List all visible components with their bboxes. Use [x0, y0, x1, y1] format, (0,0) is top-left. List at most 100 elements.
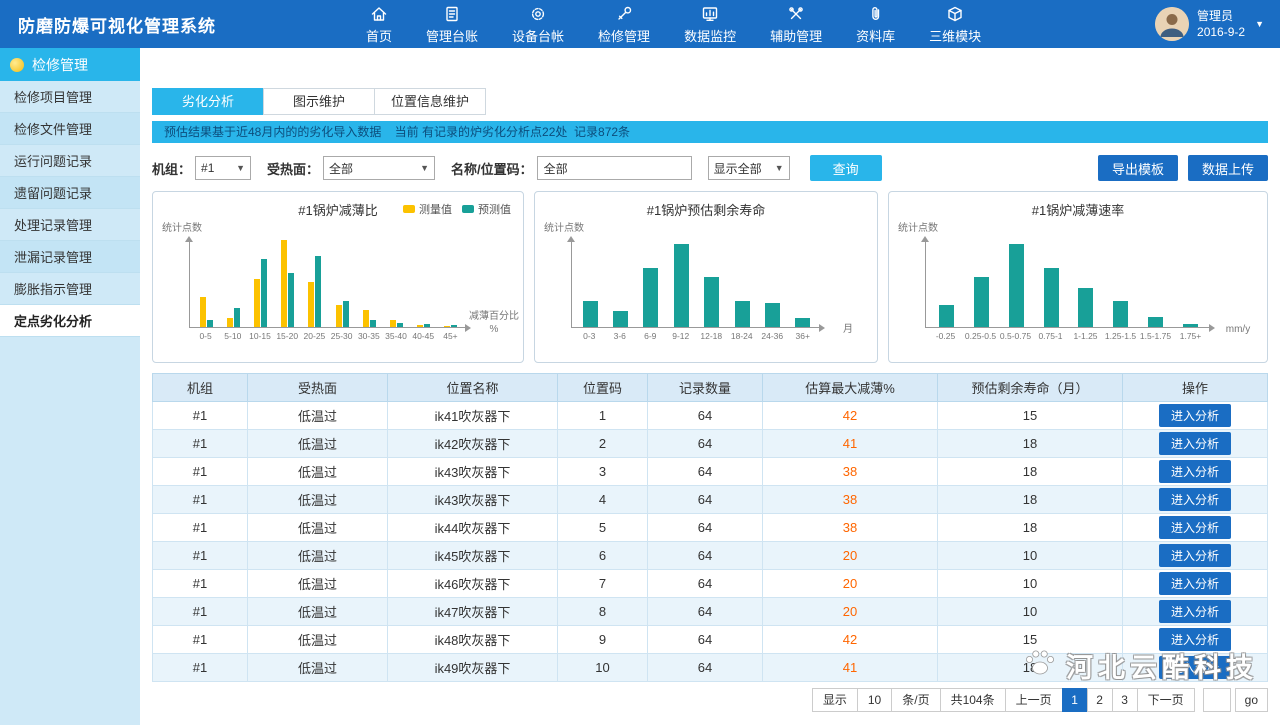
x-tick-label: 15-20	[274, 331, 301, 341]
home-icon	[369, 4, 389, 24]
table-cell: 10	[558, 654, 648, 682]
top-nav: 首页管理台账设备台帐检修管理数据监控辅助管理 资料库 三维模块	[366, 4, 981, 45]
sidebar-item-遗留问题记录[interactable]: 遗留问题记录	[0, 177, 140, 209]
sidebar-item-定点劣化分析[interactable]: 定点劣化分析	[0, 305, 140, 337]
x-tick-label: 12-18	[696, 331, 727, 341]
chevron-down-icon[interactable]: ▼	[1255, 19, 1264, 29]
enter-analysis-button[interactable]: 进入分析	[1159, 460, 1231, 483]
tab-劣化分析[interactable]: 劣化分析	[152, 88, 264, 115]
x-tick-label: 20-25	[301, 331, 328, 341]
bar-group-18-24	[727, 240, 757, 327]
page-size-select[interactable]: 10	[857, 688, 892, 712]
table-cell: 低温过	[248, 654, 388, 682]
go-button[interactable]: go	[1235, 688, 1268, 712]
nav-item-数据监控[interactable]: 数据监控	[684, 4, 736, 45]
bar	[444, 326, 450, 327]
nav-item-管理台账[interactable]: 管理台账	[426, 4, 478, 45]
surface-select[interactable]: 全部 ▼	[323, 156, 435, 180]
bar	[451, 325, 457, 327]
table-cell: 64	[648, 626, 763, 654]
gear-icon	[528, 4, 548, 24]
filter-bar: 机组： #1 ▼ 受热面： 全部 ▼ 名称/位置码： 显示全部 ▼ 查询 导出模…	[152, 155, 1268, 181]
table-cell: #1	[153, 430, 248, 458]
bar-group-30-35	[356, 240, 383, 327]
table-cell: 18	[938, 486, 1123, 514]
enter-analysis-button[interactable]: 进入分析	[1159, 516, 1231, 539]
chart-remaining-life: #1锅炉预估剩余寿命 统计点数 0-33-66-99-1212-1818-242…	[534, 191, 878, 363]
nav-item-设备台帐[interactable]: 设备台帐	[512, 4, 564, 45]
page-button-3[interactable]: 3	[1112, 688, 1138, 712]
next-page-button[interactable]: 下一页	[1137, 688, 1195, 712]
bar	[613, 311, 628, 327]
prev-page-button[interactable]: 上一页	[1005, 688, 1063, 712]
table-cell: #1	[153, 570, 248, 598]
tab-图示维护[interactable]: 图示维护	[263, 88, 375, 115]
table-cell: 41	[763, 654, 938, 682]
x-tick-label: 1.75+	[1173, 331, 1208, 341]
enter-analysis-button[interactable]: 进入分析	[1159, 432, 1231, 455]
nav-item-三维模块[interactable]: 三维模块	[929, 4, 981, 45]
nav-item-资料库[interactable]: 资料库	[856, 4, 895, 45]
enter-analysis-button[interactable]: 进入分析	[1159, 656, 1231, 679]
nav-item-首页[interactable]: 首页	[366, 4, 392, 45]
sidebar-item-运行问题记录[interactable]: 运行问题记录	[0, 145, 140, 177]
enter-analysis-button[interactable]: 进入分析	[1159, 628, 1231, 651]
enter-analysis-button[interactable]: 进入分析	[1159, 544, 1231, 567]
x-tick-label: 25-30	[328, 331, 355, 341]
enter-analysis-button[interactable]: 进入分析	[1159, 488, 1231, 511]
nav-item-辅助管理[interactable]: 辅助管理	[770, 4, 822, 45]
bar	[370, 320, 376, 327]
plot-area	[189, 240, 467, 328]
show-label: 显示	[812, 688, 858, 712]
enter-analysis-button[interactable]: 进入分析	[1159, 600, 1231, 623]
sidebar-item-泄漏记录管理[interactable]: 泄漏记录管理	[0, 241, 140, 273]
enter-analysis-button[interactable]: 进入分析	[1159, 404, 1231, 427]
column-header: 位置名称	[388, 374, 558, 402]
enter-analysis-button[interactable]: 进入分析	[1159, 572, 1231, 595]
sidebar-item-处理记录管理[interactable]: 处理记录管理	[0, 209, 140, 241]
avatar[interactable]	[1155, 7, 1189, 41]
bar-group-20-25	[301, 240, 328, 327]
display-select[interactable]: 显示全部 ▼	[708, 156, 790, 180]
bars	[926, 240, 1211, 327]
query-button[interactable]: 查询	[810, 155, 882, 181]
table-cell: ik43吹灰器下	[388, 486, 558, 514]
page-jump-input[interactable]	[1203, 688, 1231, 712]
legend-测量值: 测量值	[403, 201, 452, 217]
sidebar-item-检修项目管理[interactable]: 检修项目管理	[0, 81, 140, 113]
sidebar-item-膨胀指示管理[interactable]: 膨胀指示管理	[0, 273, 140, 305]
table-cell-action: 进入分析	[1123, 514, 1268, 542]
page-button-1[interactable]: 1	[1062, 688, 1088, 712]
bar	[315, 256, 321, 327]
table-cell: 低温过	[248, 626, 388, 654]
table-row: #1低温过ik41吹灰器下1644215进入分析	[153, 402, 1268, 430]
x-tick-label: 30-35	[355, 331, 382, 341]
bar	[795, 318, 810, 327]
bar	[704, 277, 719, 327]
table-cell: ik49吹灰器下	[388, 654, 558, 682]
unit-select[interactable]: #1 ▼	[195, 156, 251, 180]
bar-group-5-10	[220, 240, 247, 327]
nav-item-label: 辅助管理	[770, 26, 822, 45]
export-template-button[interactable]: 导出模板	[1098, 155, 1178, 181]
nav-item-检修管理[interactable]: 检修管理	[598, 4, 650, 45]
table-cell-action: 进入分析	[1123, 626, 1268, 654]
table-cell: 38	[763, 514, 938, 542]
sidebar-item-检修文件管理[interactable]: 检修文件管理	[0, 113, 140, 145]
nav-item-label: 资料库	[856, 26, 895, 45]
bar-group-6-9	[636, 240, 666, 327]
per-page-label: 条/页	[891, 688, 940, 712]
tab-位置信息维护[interactable]: 位置信息维护	[374, 88, 486, 115]
bar-group-12-18	[697, 240, 727, 327]
page-button-2[interactable]: 2	[1087, 688, 1113, 712]
data-upload-button[interactable]: 数据上传	[1188, 155, 1268, 181]
x-tick-label: 45+	[437, 331, 464, 341]
table-cell: 10	[938, 598, 1123, 626]
name-code-input[interactable]	[537, 156, 692, 180]
app-title: 防磨防爆可视化管理系统	[0, 12, 216, 37]
bar-group-36+	[788, 240, 818, 327]
user-area[interactable]: 管理员 2016-9-2 ▼	[1155, 7, 1280, 41]
table-cell-action: 进入分析	[1123, 402, 1268, 430]
table-cell: ik41吹灰器下	[388, 402, 558, 430]
bar	[939, 305, 954, 327]
